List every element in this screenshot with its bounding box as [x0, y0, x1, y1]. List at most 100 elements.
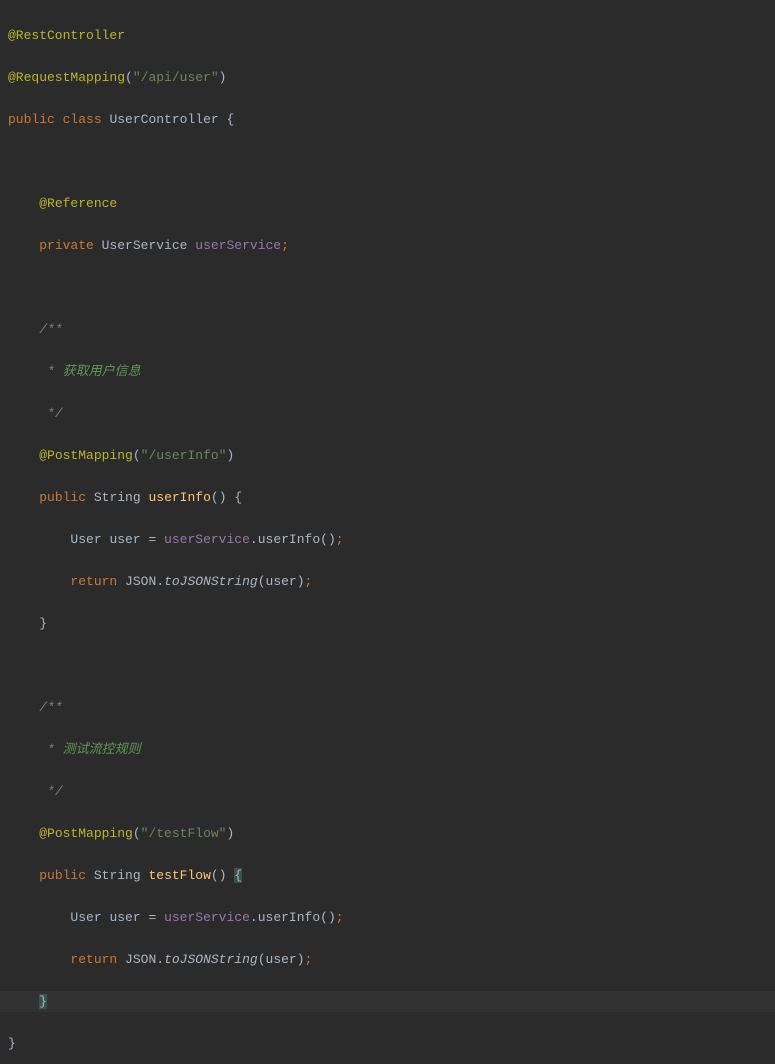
- type-name: JSON: [125, 574, 156, 589]
- semicolon: ;: [305, 952, 313, 967]
- punct: (: [258, 952, 266, 967]
- code-line: * 测试流控规则: [0, 739, 775, 760]
- variable: user: [109, 532, 140, 547]
- code-line: [0, 151, 775, 172]
- type-name: JSON: [125, 952, 156, 967]
- code-line: [0, 277, 775, 298]
- punct: (): [320, 532, 336, 547]
- string-literal: "/testFlow": [141, 826, 227, 841]
- static-method: toJSONString: [164, 574, 258, 589]
- annotation: @PostMapping: [39, 448, 133, 463]
- string-literal: "/userInfo": [141, 448, 227, 463]
- punct: (): [320, 910, 336, 925]
- punct: ): [219, 70, 227, 85]
- semicolon: ;: [281, 238, 289, 253]
- annotation: @RequestMapping: [8, 70, 125, 85]
- code-line: User user = userService.userInfo();: [0, 529, 775, 550]
- code-line: @Reference: [0, 193, 775, 214]
- operator: =: [141, 532, 164, 547]
- dot: .: [156, 952, 164, 967]
- method-call: userInfo: [258, 532, 320, 547]
- punct: (: [125, 70, 133, 85]
- code-line: }: [0, 613, 775, 634]
- code-line: */: [0, 403, 775, 424]
- brace: }: [39, 616, 47, 631]
- semicolon: ;: [305, 574, 313, 589]
- type-name: UserService: [102, 238, 188, 253]
- method-name: testFlow: [148, 868, 210, 883]
- code-line: }: [0, 1033, 775, 1054]
- keyword: class: [63, 112, 102, 127]
- annotation: @PostMapping: [39, 826, 133, 841]
- comment: *: [39, 364, 62, 379]
- code-line: @PostMapping("/testFlow"): [0, 823, 775, 844]
- punct: (): [211, 490, 227, 505]
- type-name: User: [70, 532, 101, 547]
- comment: /**: [39, 700, 62, 715]
- field-ref: userService: [164, 532, 250, 547]
- method-call: userInfo: [258, 910, 320, 925]
- keyword: return: [70, 952, 117, 967]
- type-name: String: [94, 868, 141, 883]
- field-ref: userService: [164, 910, 250, 925]
- method-name: userInfo: [148, 490, 210, 505]
- punct: (: [258, 574, 266, 589]
- keyword: private: [39, 238, 94, 253]
- brace: {: [234, 490, 242, 505]
- punct: (): [211, 868, 227, 883]
- keyword: public: [8, 112, 55, 127]
- operator: =: [141, 910, 164, 925]
- code-line: @RequestMapping("/api/user"): [0, 67, 775, 88]
- type-name: String: [94, 490, 141, 505]
- punct: (: [133, 826, 141, 841]
- brace: }: [8, 1036, 16, 1051]
- variable: user: [109, 910, 140, 925]
- punct: (: [133, 448, 141, 463]
- punct: ): [226, 448, 234, 463]
- code-line: User user = userService.userInfo();: [0, 907, 775, 928]
- string-literal: "/api/user": [133, 70, 219, 85]
- code-line: private UserService userService;: [0, 235, 775, 256]
- code-line: /**: [0, 319, 775, 340]
- semicolon: ;: [336, 910, 344, 925]
- punct: ): [297, 952, 305, 967]
- comment: 获取用户信息: [63, 364, 141, 379]
- code-line: public String testFlow() {: [0, 865, 775, 886]
- punct: ): [297, 574, 305, 589]
- brace-matched: }: [39, 994, 47, 1009]
- code-line-current: }: [0, 991, 775, 1012]
- semicolon: ;: [336, 532, 344, 547]
- code-line: */: [0, 781, 775, 802]
- type-name: User: [70, 910, 101, 925]
- static-method: toJSONString: [164, 952, 258, 967]
- comment: *: [39, 742, 62, 757]
- field-name: userService: [195, 238, 281, 253]
- keyword: return: [70, 574, 117, 589]
- dot: .: [156, 574, 164, 589]
- punct: ): [226, 826, 234, 841]
- code-line: [0, 655, 775, 676]
- annotation: @RestController: [8, 28, 125, 43]
- variable: user: [266, 952, 297, 967]
- dot: .: [250, 910, 258, 925]
- brace: {: [226, 112, 234, 127]
- code-line: @PostMapping("/userInfo"): [0, 445, 775, 466]
- code-line: return JSON.toJSONString(user);: [0, 571, 775, 592]
- comment: */: [39, 784, 62, 799]
- comment: /**: [39, 322, 62, 337]
- code-line: * 获取用户信息: [0, 361, 775, 382]
- type-name: UserController: [109, 112, 218, 127]
- dot: .: [250, 532, 258, 547]
- keyword: public: [39, 490, 86, 505]
- comment: */: [39, 406, 62, 421]
- code-line: public String userInfo() {: [0, 487, 775, 508]
- code-editor[interactable]: @RestController @RequestMapping("/api/us…: [0, 0, 775, 1064]
- comment: 测试流控规则: [63, 742, 141, 757]
- brace-matched: {: [234, 868, 242, 883]
- annotation: @Reference: [39, 196, 117, 211]
- code-line: @RestController: [0, 25, 775, 46]
- code-line: public class UserController {: [0, 109, 775, 130]
- code-line: /**: [0, 697, 775, 718]
- keyword: public: [39, 868, 86, 883]
- variable: user: [266, 574, 297, 589]
